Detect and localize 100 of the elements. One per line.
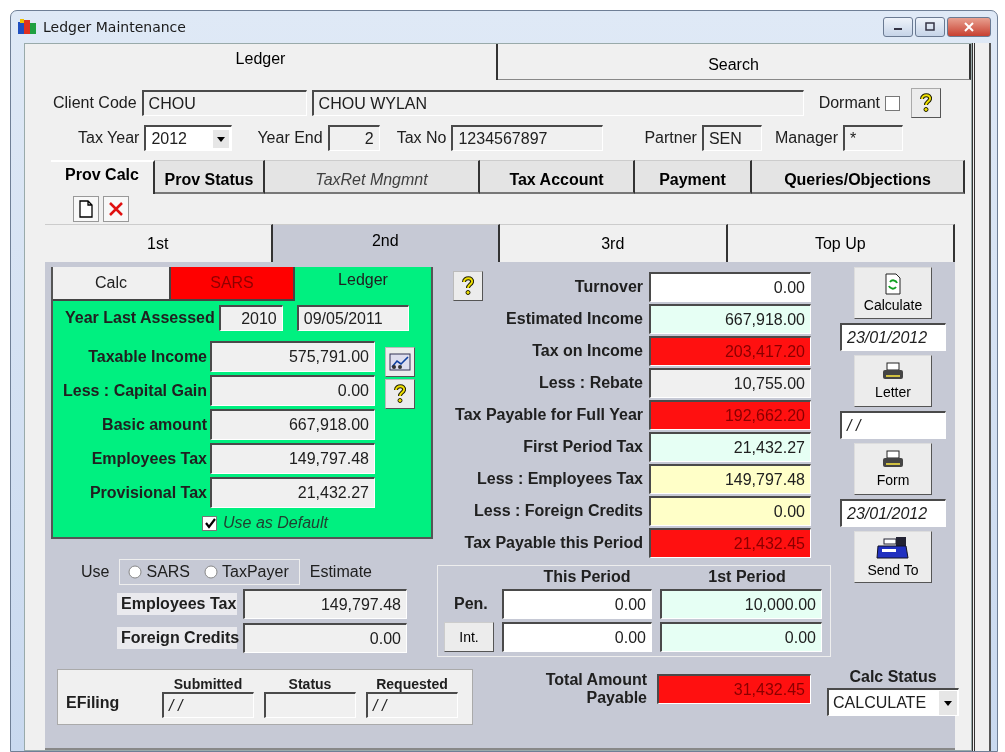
checkbox[interactable] <box>885 95 900 111</box>
field-label: Foreign Credits <box>117 627 237 649</box>
help-button[interactable] <box>911 88 941 118</box>
value-field: 667,918.00 <box>649 304 811 334</box>
row-label: Pen. <box>454 595 488 613</box>
tab[interactable]: 3rd <box>500 224 728 262</box>
chart-icon <box>389 353 411 371</box>
field-label: Taxable Income <box>87 347 207 366</box>
field-label: Less : Employees Tax <box>477 470 643 488</box>
tab[interactable]: 1st <box>45 224 273 262</box>
action-button[interactable]: Form <box>854 443 932 495</box>
field-label: EFiling <box>66 694 121 712</box>
delete-button[interactable] <box>103 196 129 222</box>
date-field[interactable]: 23/01/2012 <box>840 499 946 527</box>
printer-icon <box>881 362 905 382</box>
radio-button[interactable]: SARS <box>128 563 191 581</box>
input-field[interactable]: CHOU <box>141 90 307 116</box>
field-label: Tax Payable this Period <box>464 534 643 552</box>
field-label: Tax on Income <box>532 342 643 360</box>
checkbox-label: Use as Default <box>223 514 328 532</box>
field-label: Client Code <box>53 94 137 112</box>
delete-icon <box>108 201 124 217</box>
tab[interactable]: Queries/Objections <box>752 160 965 194</box>
close-button[interactable] <box>947 17 991 37</box>
dropdown-caret-icon <box>213 129 230 148</box>
input-field[interactable]: / / <box>162 692 254 718</box>
maximize-icon <box>924 22 936 32</box>
value-field: 149,797.48 <box>210 443 375 474</box>
interest-button[interactable]: Int. <box>444 622 494 652</box>
field-label: Employees Tax <box>90 449 207 468</box>
tab[interactable]: Payment <box>635 160 752 194</box>
minimize-button[interactable] <box>883 17 913 37</box>
field-label: Estimate <box>309 563 372 581</box>
value-field: 203,417.20 <box>649 336 811 366</box>
field-label: Tax No <box>396 129 447 147</box>
field-label: Less : Capital Gain <box>61 381 207 400</box>
input-field[interactable]: / / <box>366 692 458 718</box>
action-button[interactable]: Send To <box>854 531 932 583</box>
input-field[interactable]: SEN <box>701 125 762 151</box>
help-icon <box>392 384 408 404</box>
field-label: Turnover <box>574 278 643 296</box>
radio-button[interactable]: TaxPayer <box>204 563 289 581</box>
tax-year-dropdown[interactable]: 2012 <box>144 125 233 151</box>
radio-circle-icon <box>204 565 219 579</box>
tab[interactable]: Prov Calc <box>51 160 155 194</box>
new-document-button[interactable] <box>73 196 99 222</box>
value-field: 21,432.45 <box>649 528 811 558</box>
column-header: Requested <box>376 676 448 692</box>
input-field[interactable]: CHOU WYLAN <box>311 90 804 116</box>
input-field[interactable]: * <box>843 125 904 151</box>
column-header: Status <box>288 676 332 692</box>
value-field: 10,000.00 <box>660 589 822 619</box>
tab[interactable]: Top Up <box>727 224 955 262</box>
total-field: 31,432.45 <box>657 674 811 704</box>
column-header: Submitted <box>173 676 243 692</box>
value-field: 192,662.20 <box>649 400 811 430</box>
value-field: 0.00 <box>649 272 811 302</box>
action-button[interactable]: Letter <box>854 355 932 407</box>
column-header: This Period <box>542 568 632 586</box>
date-field[interactable]: / / <box>840 411 946 439</box>
value-field: 149,797.48 <box>649 464 811 494</box>
tab[interactable]: 2nd <box>272 224 500 262</box>
date-field[interactable]: 23/01/2012 <box>840 323 946 351</box>
help-icon <box>460 276 476 296</box>
total-label: Total Amount Payable <box>544 671 647 707</box>
tab[interactable]: Prov Status <box>155 160 265 194</box>
input-field[interactable]: 2 <box>327 125 380 151</box>
value-field: 21,432.27 <box>210 477 375 508</box>
refresh-icon <box>884 273 902 295</box>
value-field: 0.00 <box>243 623 407 653</box>
value-field: 10,755.00 <box>649 368 811 398</box>
maximize-button[interactable] <box>915 17 945 37</box>
tab[interactable]: Tax Account <box>480 160 635 194</box>
value-field: 21,432.27 <box>649 432 811 462</box>
tab[interactable]: Calc <box>53 267 171 301</box>
action-button[interactable]: Calculate <box>854 267 932 319</box>
checkbox[interactable] <box>202 515 217 531</box>
input-field[interactable]: 09/05/2011 <box>296 305 409 331</box>
field-label: Less : Foreign Credits <box>474 502 643 520</box>
field-label: First Period Tax <box>523 438 643 456</box>
status-dropdown[interactable]: CALCULATE <box>827 688 959 716</box>
help-icon <box>918 93 934 113</box>
value-field: 575,791.00 <box>210 341 375 372</box>
field-label: Tax Year <box>78 129 140 147</box>
value-field: 149,797.48 <box>243 589 407 619</box>
value-field: 0.00 <box>210 375 375 406</box>
app-icon <box>17 18 37 36</box>
window-title: Ledger Maintenance <box>43 19 186 35</box>
input-field[interactable]: 2010 <box>218 305 283 331</box>
tab[interactable]: Search <box>498 44 971 80</box>
field-label: Calc Status <box>849 668 937 686</box>
field-label: Partner <box>644 129 697 147</box>
chart-button[interactable] <box>385 347 415 377</box>
field-label: Less : Rebate <box>538 374 643 392</box>
field-label: Dormant <box>818 94 880 112</box>
help-button[interactable] <box>385 379 415 409</box>
input-field[interactable]: 1234567897 <box>451 125 604 151</box>
help-button[interactable] <box>453 271 483 301</box>
input-field[interactable] <box>264 692 356 718</box>
radio-circle-icon <box>128 565 143 579</box>
